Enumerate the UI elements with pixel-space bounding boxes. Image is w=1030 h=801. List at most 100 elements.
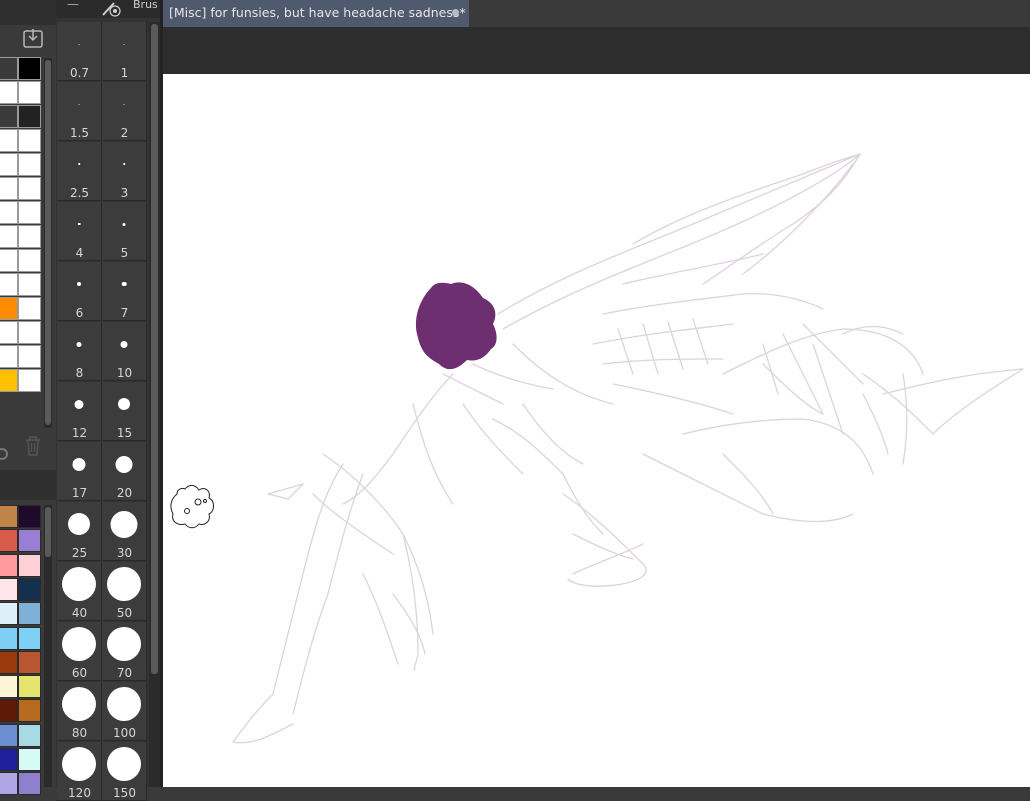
tone-swatch[interactable] [18, 225, 41, 248]
color-swatch[interactable] [18, 699, 41, 723]
brush-size-icon[interactable] [100, 0, 122, 18]
tone-swatch[interactable] [0, 225, 18, 248]
trash-icon[interactable] [24, 435, 42, 457]
brush-size-option[interactable]: 4 [57, 202, 102, 261]
minimize-button[interactable]: — [64, 0, 82, 10]
brush-size-option[interactable]: 12 [57, 382, 102, 441]
brush-size-option[interactable]: 17 [57, 442, 102, 501]
tone-swatch[interactable] [18, 297, 41, 320]
document-title[interactable]: [Misc] for funsies, but have headache sa… [169, 5, 466, 20]
color-swatch[interactable] [0, 772, 18, 796]
color-swatch[interactable] [18, 577, 41, 601]
brush-size-preview-dot [77, 222, 81, 226]
brush-size-label: 50 [116, 606, 133, 620]
brush-size-option[interactable]: 70 [102, 622, 147, 681]
panel-divider [0, 470, 56, 500]
brush-size-option[interactable]: 5 [102, 202, 147, 261]
brush-size-option[interactable]: 7 [102, 262, 147, 321]
tone-swatch[interactable] [0, 129, 18, 152]
tone-swatch[interactable] [0, 249, 18, 272]
tone-swatch[interactable] [0, 369, 18, 392]
brush-size-option[interactable]: 50 [102, 562, 147, 621]
tone-swatch[interactable] [0, 297, 18, 320]
brush-size-label: 1.5 [69, 126, 90, 140]
color-swatch[interactable] [18, 602, 41, 626]
color-set-scrollbar[interactable] [44, 58, 52, 428]
brush-size-option[interactable]: 80 [57, 682, 102, 741]
tone-swatch[interactable] [18, 57, 41, 80]
color-swatch[interactable] [0, 675, 18, 699]
brush-size-option[interactable]: 0.7 [57, 22, 102, 81]
tone-swatch[interactable] [18, 369, 41, 392]
tone-swatch[interactable] [18, 345, 41, 368]
brush-size-option[interactable]: 1 [102, 22, 147, 81]
brush-size-label: 1 [120, 66, 129, 80]
brush-size-option[interactable]: 2 [102, 82, 147, 141]
brush-size-option[interactable]: 15 [102, 382, 147, 441]
brush-size-option[interactable]: 25 [57, 502, 102, 561]
palette-scrollbar[interactable] [44, 505, 52, 787]
color-swatch[interactable] [18, 529, 41, 553]
tone-swatch[interactable] [0, 321, 18, 344]
tone-swatch[interactable] [18, 249, 41, 272]
color-swatch[interactable] [18, 553, 41, 577]
brush-size-option[interactable]: 20 [102, 442, 147, 501]
tone-swatch[interactable] [0, 345, 18, 368]
import-icon[interactable] [22, 27, 44, 49]
brush-size-option[interactable]: 8 [57, 322, 102, 381]
color-swatch[interactable] [18, 650, 41, 674]
tone-swatch[interactable] [0, 57, 18, 80]
scrollbar-thumb[interactable] [45, 60, 51, 425]
color-swatch[interactable] [18, 748, 41, 771]
brush-size-preview-dot [68, 513, 90, 535]
brush-size-option[interactable]: 40 [57, 562, 102, 621]
color-swatch[interactable] [0, 723, 18, 747]
tone-swatch[interactable] [0, 201, 18, 224]
tone-swatch[interactable] [18, 81, 41, 104]
tone-swatch[interactable] [18, 273, 41, 296]
scrollbar-thumb[interactable] [151, 24, 158, 674]
color-swatch[interactable] [18, 723, 41, 747]
brush-size-option[interactable]: 30 [102, 502, 147, 561]
document-tab[interactable]: [Misc] for funsies, but have headache sa… [163, 0, 469, 27]
color-swatch[interactable] [18, 505, 41, 528]
tone-swatch[interactable] [18, 153, 41, 176]
unsaved-indicator-icon[interactable] [452, 9, 459, 16]
brush-size-option[interactable]: 1.5 [57, 82, 102, 141]
tone-swatch[interactable] [18, 105, 41, 128]
tone-swatch[interactable] [0, 81, 18, 104]
brush-size-tab-label[interactable]: Brus [133, 0, 161, 11]
brush-size-option[interactable]: 150 [102, 742, 147, 801]
brush-size-option[interactable]: 100 [102, 682, 147, 741]
color-swatch[interactable] [0, 602, 18, 626]
brush-size-option[interactable]: 60 [57, 622, 102, 681]
color-swatch[interactable] [0, 626, 18, 650]
tone-swatch[interactable] [18, 129, 41, 152]
tone-swatch[interactable] [18, 321, 41, 344]
add-color-icon[interactable] [0, 448, 8, 460]
tone-swatch[interactable] [18, 177, 41, 200]
color-swatch[interactable] [18, 772, 41, 796]
color-swatch[interactable] [0, 699, 18, 723]
color-swatch[interactable] [0, 505, 18, 528]
tone-swatch[interactable] [18, 201, 41, 224]
tone-swatch[interactable] [0, 177, 18, 200]
color-swatch[interactable] [0, 529, 18, 553]
color-swatch[interactable] [18, 626, 41, 650]
brush-size-option[interactable]: 120 [57, 742, 102, 801]
brush-size-option[interactable]: 2.5 [57, 142, 102, 201]
tone-swatch[interactable] [0, 105, 18, 128]
brush-size-option[interactable]: 6 [57, 262, 102, 321]
color-swatch[interactable] [18, 675, 41, 699]
drawing-canvas[interactable] [163, 74, 1030, 787]
brush-size-option[interactable]: 10 [102, 322, 147, 381]
brush-size-scrollbar[interactable] [149, 22, 160, 787]
color-swatch[interactable] [0, 748, 18, 771]
scrollbar-thumb[interactable] [45, 507, 51, 557]
color-swatch[interactable] [0, 650, 18, 674]
color-swatch[interactable] [0, 553, 18, 577]
tone-swatch[interactable] [0, 153, 18, 176]
tone-swatch[interactable] [0, 273, 18, 296]
color-swatch[interactable] [0, 577, 18, 601]
brush-size-option[interactable]: 3 [102, 142, 147, 201]
